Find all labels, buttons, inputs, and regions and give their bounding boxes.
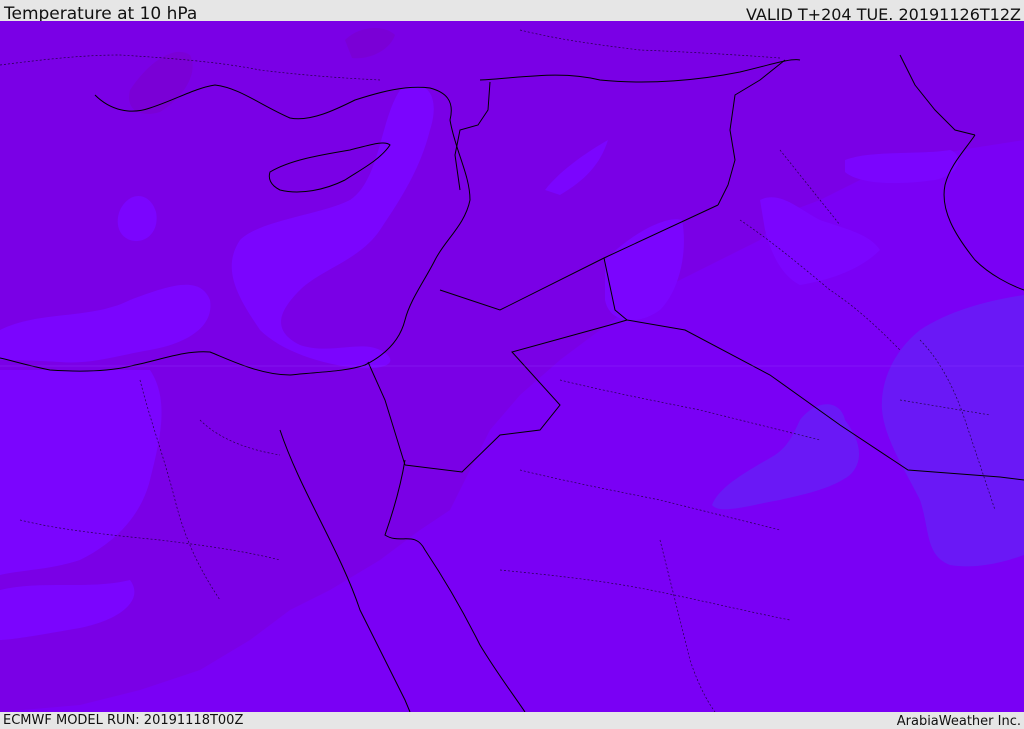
map-canvas: [0, 21, 1024, 712]
model-run-label: ECMWF MODEL RUN: 20191118T00Z: [3, 713, 244, 728]
header-bar: Temperature at 10 hPa VALID T+204 TUE. 2…: [0, 0, 1024, 24]
weather-map-page: Temperature at 10 hPa VALID T+204 TUE. 2…: [0, 0, 1024, 729]
footer-bar: ECMWF MODEL RUN: 20191118T00Z ArabiaWeat…: [0, 712, 1024, 729]
credit-label: ArabiaWeather Inc.: [896, 714, 1021, 729]
map-svg: [0, 21, 1024, 712]
